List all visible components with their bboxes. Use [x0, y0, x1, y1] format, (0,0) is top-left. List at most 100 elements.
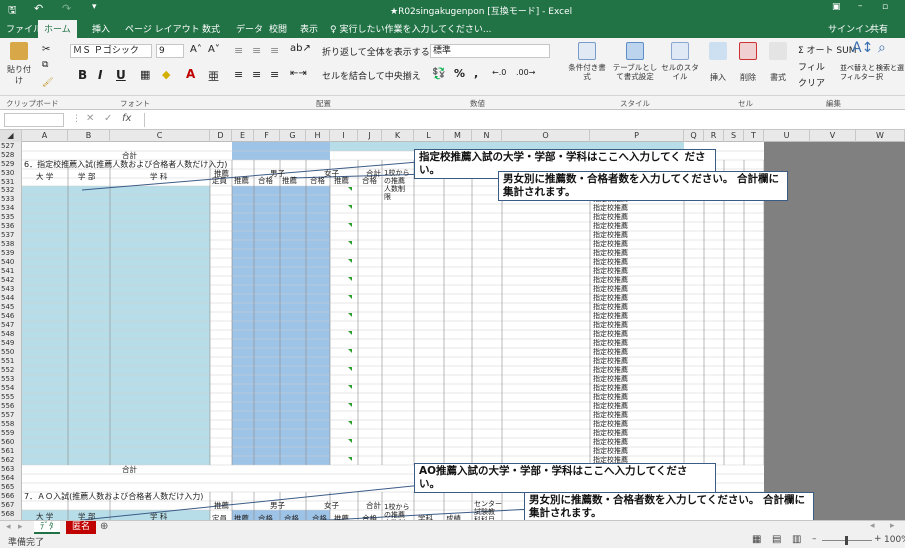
tab-view[interactable]: 表示	[300, 22, 318, 35]
column-header-u[interactable]: U	[764, 130, 810, 142]
row-header[interactable]: 527	[0, 142, 22, 151]
row-header[interactable]: 531	[0, 178, 22, 186]
column-header-h[interactable]: H	[306, 130, 330, 142]
hscroll-left-icon[interactable]: ◂	[870, 521, 875, 531]
sort-filter-icon[interactable]: A↕	[852, 40, 873, 56]
number-format-select[interactable]: 標準	[430, 44, 550, 58]
page-break-view-icon[interactable]: ▥	[792, 534, 801, 545]
row-header[interactable]: 543	[0, 285, 22, 294]
increase-decimal-icon[interactable]: ←.0	[492, 68, 506, 77]
tab-data[interactable]: データ	[236, 22, 263, 35]
font-size-select[interactable]: 9	[156, 44, 184, 58]
currency-icon[interactable]: 💱	[432, 67, 446, 80]
find-select-button[interactable]: 検索と選択	[876, 64, 904, 82]
conditional-format-button[interactable]: 条件付き書式	[566, 42, 608, 81]
row-header[interactable]: 544	[0, 294, 22, 303]
font-color-icon[interactable]: A	[186, 67, 195, 81]
row-header[interactable]: 567	[0, 501, 22, 510]
row-header[interactable]: 554	[0, 384, 22, 393]
row-header[interactable]: 545	[0, 303, 22, 312]
row-header[interactable]: 532	[0, 186, 22, 195]
clear-button[interactable]: クリア	[798, 76, 825, 89]
column-header-a[interactable]: A	[22, 130, 68, 142]
row-header[interactable]: 564	[0, 474, 22, 483]
column-header-b[interactable]: B	[68, 130, 110, 142]
next-sheet-icon[interactable]: ▸	[18, 522, 23, 532]
tab-review[interactable]: 校閲	[269, 22, 287, 35]
delete-cells-button[interactable]: 削除	[734, 42, 762, 83]
row-header[interactable]: 540	[0, 258, 22, 267]
align-bottom-icon[interactable]: ≡	[270, 44, 279, 57]
row-header[interactable]: 528	[0, 151, 22, 160]
hscroll-right-icon[interactable]: ▸	[890, 521, 895, 531]
find-icon[interactable]: ⌕	[878, 40, 886, 56]
share-button[interactable]: 共有	[870, 22, 888, 35]
percent-button[interactable]: %	[454, 67, 465, 80]
format-as-table-button[interactable]: テーブルとして書式設定	[610, 42, 660, 81]
column-header-l[interactable]: L	[414, 130, 444, 142]
row-header[interactable]: 559	[0, 429, 22, 438]
format-cells-button[interactable]: 書式	[764, 42, 792, 83]
sheet-tab-2[interactable]: 匿名	[66, 521, 97, 534]
tab-home[interactable]: ホーム	[38, 20, 77, 38]
column-header-j[interactable]: J	[358, 130, 382, 142]
row-header[interactable]: 538	[0, 240, 22, 249]
zoom-slider-thumb[interactable]	[845, 536, 848, 545]
row-header[interactable]: 548	[0, 330, 22, 339]
row-header[interactable]: 541	[0, 267, 22, 276]
bold-button[interactable]: B	[78, 68, 87, 82]
cut-icon[interactable]: ✂	[42, 44, 50, 55]
increase-font-icon[interactable]: A˄	[190, 44, 202, 55]
column-header-f[interactable]: F	[254, 130, 280, 142]
format-painter-icon[interactable]: 🖌	[42, 78, 53, 88]
row-header[interactable]: 551	[0, 357, 22, 366]
formula-input[interactable]	[144, 113, 899, 127]
row-header[interactable]: 529	[0, 160, 22, 169]
fill-button[interactable]: フィル	[798, 60, 825, 73]
align-center-icon[interactable]: ≡	[252, 68, 261, 81]
column-header-e[interactable]: E	[232, 130, 254, 142]
normal-view-icon[interactable]: ▦	[752, 534, 761, 545]
prev-sheet-icon[interactable]: ◂	[6, 522, 11, 532]
row-header[interactable]: 537	[0, 231, 22, 240]
minimize-icon[interactable]: –	[858, 1, 863, 11]
column-header-n[interactable]: N	[472, 130, 502, 142]
column-header-p[interactable]: P	[590, 130, 684, 142]
maximize-icon[interactable]: ▫	[882, 2, 888, 12]
row-header[interactable]: 546	[0, 312, 22, 321]
align-middle-icon[interactable]: ≡	[252, 44, 261, 57]
orientation-icon[interactable]: ab↗	[290, 43, 311, 54]
decrease-decimal-icon[interactable]: .00→	[516, 68, 535, 77]
row-header[interactable]: 536	[0, 222, 22, 231]
column-header-v[interactable]: V	[810, 130, 856, 142]
copy-icon[interactable]: ⧉	[42, 60, 48, 70]
tab-insert[interactable]: 挿入	[92, 22, 110, 35]
column-header-t[interactable]: T	[744, 130, 764, 142]
row-header[interactable]: 539	[0, 249, 22, 258]
phonetic-icon[interactable]: 亜	[208, 68, 219, 84]
column-header-q[interactable]: Q	[684, 130, 704, 142]
ribbon-display-icon[interactable]: ▣	[832, 2, 841, 12]
zoom-level[interactable]: 100%	[884, 535, 905, 545]
customize-qat-icon[interactable]: ▾	[92, 2, 97, 12]
column-header-k[interactable]: K	[382, 130, 414, 142]
function-icon[interactable]: fx	[122, 113, 131, 124]
cell-styles-button[interactable]: セルのスタイル	[660, 42, 700, 81]
row-header[interactable]: 552	[0, 366, 22, 375]
column-header-d[interactable]: D	[210, 130, 232, 142]
row-header[interactable]: 565	[0, 483, 22, 492]
worksheet-grid[interactable]: 合計 6．指定校推薦入試(推薦人数および合格者人数だけ入力) 7．ＡＯ入試(推薦人数…	[22, 142, 905, 520]
tab-page-layout[interactable]: ページ レイアウト	[125, 22, 200, 35]
align-right-icon[interactable]: ≡	[270, 68, 279, 81]
row-header[interactable]: 561	[0, 447, 22, 456]
zoom-out-icon[interactable]: –	[812, 534, 817, 544]
row-header[interactable]: 555	[0, 393, 22, 402]
merge-center-button[interactable]: セルを結合して中央揃え	[322, 69, 421, 82]
row-header[interactable]: 530	[0, 169, 22, 178]
add-sheet-icon[interactable]: ⊕	[100, 521, 108, 532]
row-header[interactable]: 560	[0, 438, 22, 447]
enter-icon[interactable]: ✓	[104, 113, 112, 124]
sign-in-link[interactable]: サインイン	[828, 22, 873, 35]
column-header-g[interactable]: G	[280, 130, 306, 142]
column-header-m[interactable]: M	[444, 130, 472, 142]
